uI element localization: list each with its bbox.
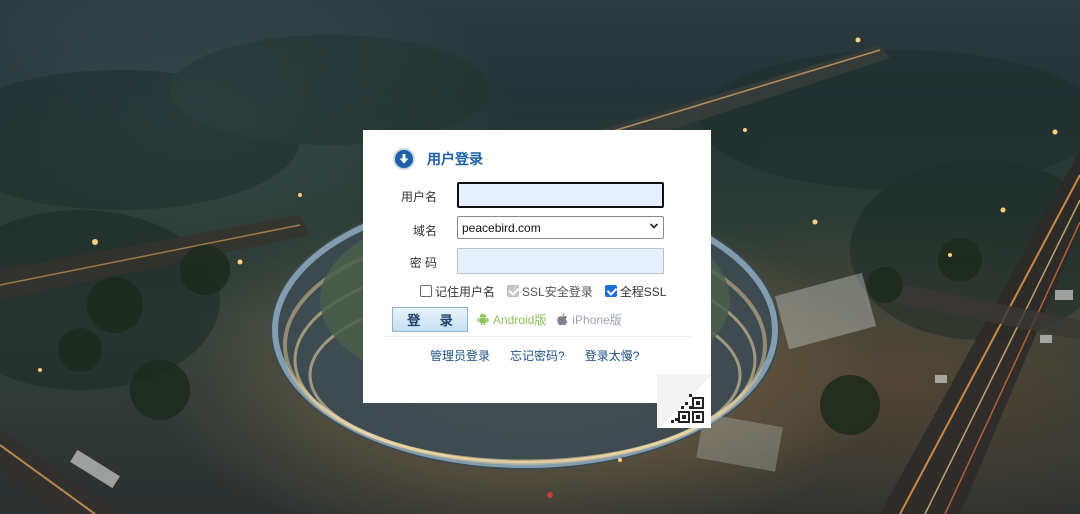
username-input[interactable] [457, 182, 664, 208]
login-card: 用户登录 用户名 域名 peacebird.com 密 码 记住用户名 SSL安… [363, 130, 711, 428]
login-action-row: 登 录 Android版 iPhone版 [392, 306, 622, 332]
login-title: 用户登录 [427, 151, 483, 167]
login-button[interactable]: 登 录 [392, 306, 468, 332]
domain-label: 域名 [412, 224, 437, 238]
full-ssl-checkbox[interactable] [604, 285, 618, 297]
password-row: 密 码 [363, 248, 711, 274]
password-input[interactable] [457, 248, 664, 274]
forgot-password-link[interactable]: 忘记密码? [510, 347, 565, 364]
chevron-down-icon [649, 221, 659, 234]
download-circle-icon [393, 148, 415, 170]
remember-username-checkbox[interactable] [420, 285, 432, 297]
full-ssl-option[interactable]: 全程SSL [604, 283, 667, 300]
login-header: 用户登录 [393, 146, 483, 172]
help-links: 管理员登录 忘记密码? 登录太慢? [430, 347, 659, 364]
slow-login-link[interactable]: 登录太慢? [585, 347, 640, 364]
qr-code-icon[interactable] [657, 374, 711, 428]
domain-select[interactable]: peacebird.com [457, 216, 664, 239]
username-label: 用户名 [400, 190, 437, 204]
domain-row: 域名 peacebird.com [363, 216, 711, 242]
username-row: 用户名 [363, 182, 711, 208]
remember-username-label: 记住用户名 [435, 284, 496, 299]
divider [385, 336, 691, 337]
domain-select-value: peacebird.com [462, 220, 541, 235]
ssl-login-checkbox [507, 285, 520, 297]
full-ssl-label: 全程SSL [619, 284, 667, 299]
apple-icon [557, 312, 568, 326]
password-label: 密 码 [409, 256, 437, 270]
admin-login-link[interactable]: 管理员登录 [430, 347, 490, 364]
remember-username-option[interactable]: 记住用户名 [420, 283, 495, 300]
ssl-login-option: SSL安全登录 [507, 283, 593, 300]
login-options: 记住用户名 SSL安全登录 全程SSL [420, 283, 678, 299]
iphone-app-link[interactable]: iPhone版 [557, 311, 622, 328]
android-icon [477, 313, 489, 326]
android-app-label: Android版 [493, 312, 547, 327]
android-app-link[interactable]: Android版 [477, 311, 546, 328]
ssl-login-label: SSL安全登录 [522, 284, 593, 299]
iphone-app-label: iPhone版 [572, 312, 622, 327]
